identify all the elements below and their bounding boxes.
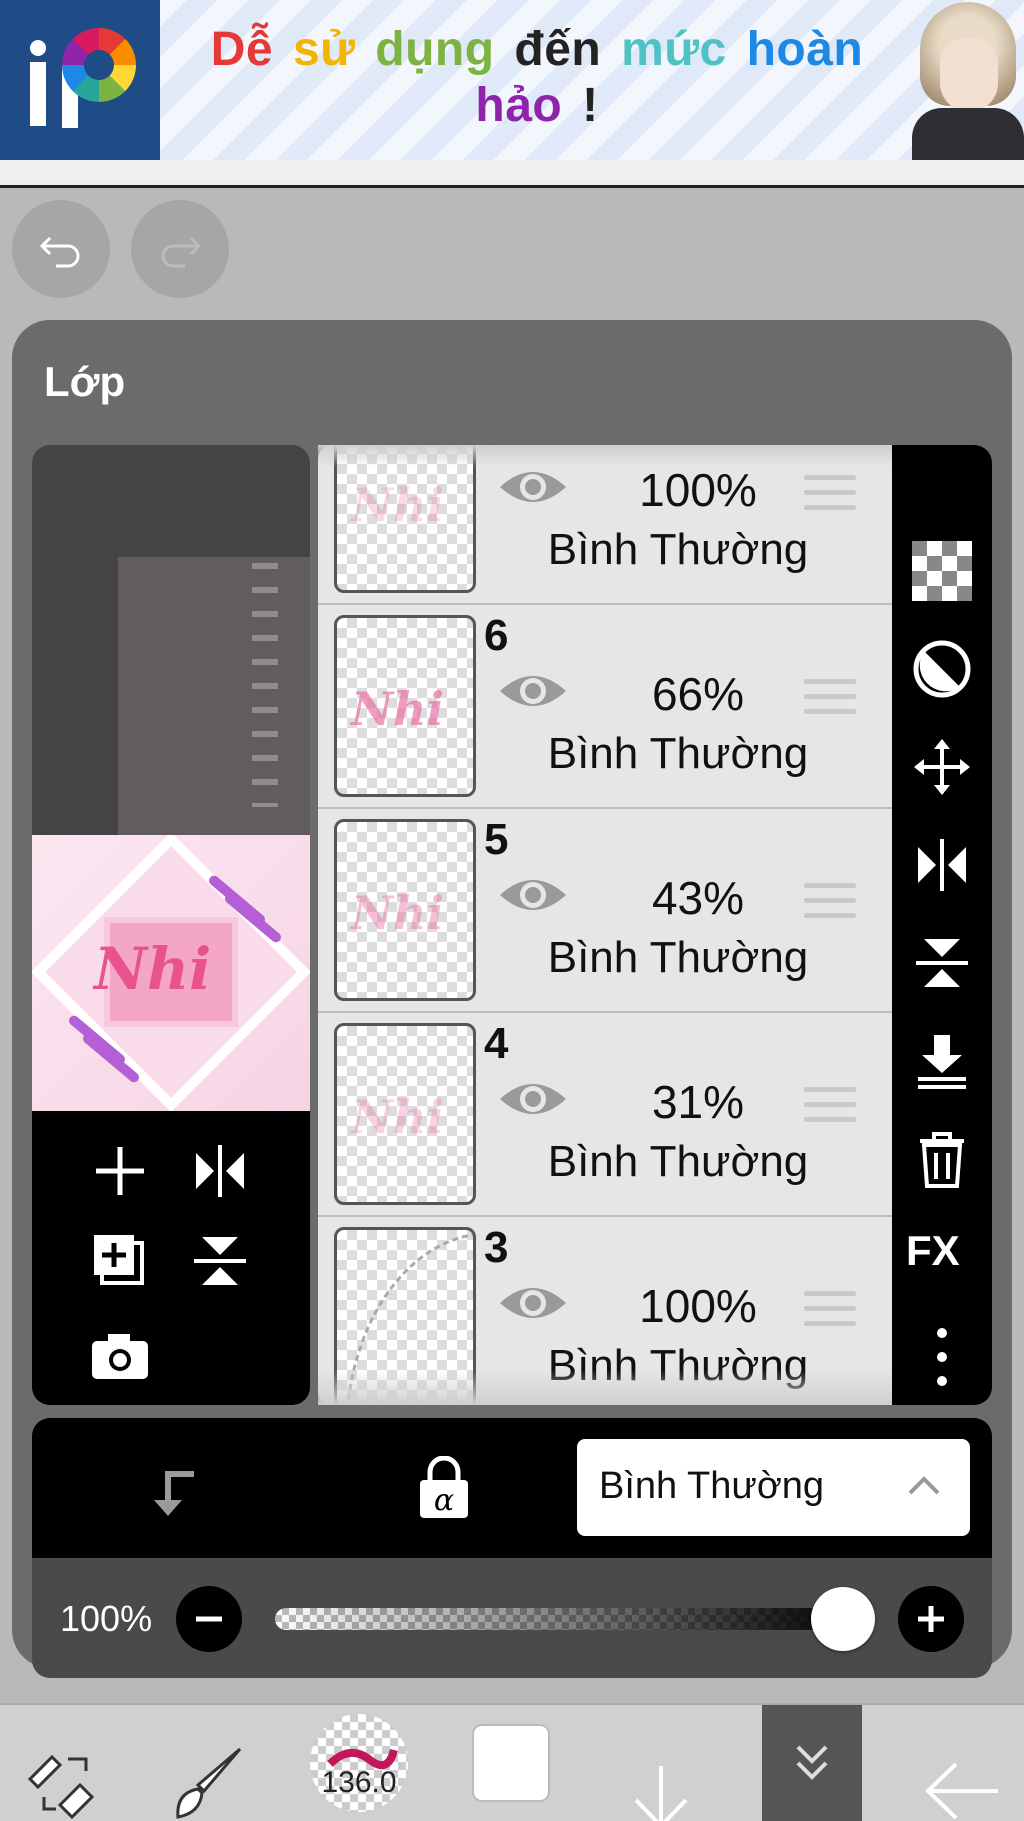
add-layer-icon[interactable] <box>90 1141 150 1201</box>
drag-handle-icon[interactable] <box>804 679 856 724</box>
opacity-slider-handle[interactable] <box>811 1587 875 1651</box>
flip-horizontal-icon[interactable] <box>190 1141 250 1201</box>
contrast-icon[interactable] <box>912 639 972 699</box>
trash-icon[interactable] <box>912 1129 972 1189</box>
layer-opacity: 43% <box>651 872 745 924</box>
layer-row[interactable]: Nhi 7 100% Bình Thường <box>318 445 892 605</box>
checker-icon[interactable] <box>912 541 972 601</box>
drag-handle-icon[interactable] <box>804 1291 856 1336</box>
layer-number: 4 <box>484 1019 509 1068</box>
visibility-eye-icon[interactable] <box>496 667 570 715</box>
visibility-eye-icon[interactable] <box>496 1075 570 1123</box>
layer-row[interactable]: Nhi 6 66% Bình Thường <box>318 605 892 809</box>
arrow-down-icon[interactable] <box>628 1738 694 1821</box>
drag-handle-icon[interactable] <box>804 1087 856 1132</box>
ad-headline: Dễ sử dụng đến mức hoàn hảo ! <box>170 22 910 134</box>
list-fade-top <box>318 445 892 467</box>
ad-word: đến <box>514 23 602 76</box>
duplicate-layer-icon[interactable] <box>90 1231 150 1291</box>
artwork-lettering: Nhi <box>94 935 212 1003</box>
layer-thumbnail: Nhi <box>334 615 476 797</box>
drag-handle-icon[interactable] <box>804 883 856 928</box>
chevron-up-icon <box>908 1476 940 1495</box>
visibility-eye-icon[interactable] <box>496 463 570 511</box>
layer-number: 6 <box>484 611 509 660</box>
ad-word: dụng <box>375 23 495 76</box>
canvas-thumbnail[interactable]: Nhi <box>32 835 310 1111</box>
brush-icon[interactable] <box>168 1724 248 1821</box>
layer-thumbnail: Nhi <box>334 445 476 593</box>
double-chevron-down-icon <box>796 1745 828 1780</box>
ad-word: ! <box>582 79 599 132</box>
layer-thumbnail: Nhi <box>334 1023 476 1205</box>
drag-handle-icon[interactable] <box>804 475 856 520</box>
blend-mode-select[interactable]: Bình Thường <box>577 1439 970 1536</box>
opacity-increase-button[interactable] <box>898 1586 964 1652</box>
brush-size-value: 136.0 <box>321 1766 397 1799</box>
fx-icon[interactable]: FX <box>906 1227 960 1275</box>
merge-down-icon[interactable] <box>912 1031 972 1091</box>
color-swatch[interactable] <box>472 1724 550 1802</box>
layer-number: 3 <box>484 1223 509 1272</box>
panel-title: Lớp <box>44 358 126 405</box>
ad-banner[interactable]: Dễ sử dụng đến mức hoàn hảo ! <box>0 0 1024 160</box>
more-icon[interactable] <box>930 1325 954 1389</box>
layer-blend-mode: Bình Thường <box>547 1137 809 1186</box>
camera-icon[interactable] <box>90 1331 150 1381</box>
ad-character-image <box>912 0 1024 160</box>
flip-vertical-icon[interactable] <box>190 1231 250 1291</box>
layer-opacity: 100% <box>639 1280 757 1332</box>
back-arrow-icon[interactable] <box>922 1732 1002 1821</box>
visibility-eye-icon[interactable] <box>496 871 570 919</box>
layer-list[interactable]: Nhi 7 100% Bình Thường Nhi 6 66% Bình Th… <box>318 445 892 1405</box>
redo-button[interactable] <box>131 200 229 298</box>
ad-word: hảo <box>475 79 563 132</box>
undo-icon <box>39 236 80 268</box>
minus-icon <box>196 1616 222 1622</box>
plus-icon <box>918 1606 944 1632</box>
ibispaint-logo <box>0 0 160 160</box>
layer-opacity: 31% <box>651 1076 745 1128</box>
layer-number: 5 <box>484 815 509 864</box>
layer-tools-right: FX <box>892 445 992 1405</box>
opacity-decrease-button[interactable] <box>176 1586 242 1652</box>
undo-button[interactable] <box>12 200 110 298</box>
brush-size-button[interactable]: 136.0 <box>310 1714 408 1812</box>
ad-word: sử <box>292 23 356 76</box>
layer-thumbnail: Nhi <box>334 819 476 1001</box>
layer-blend-mode: Bình Thường <box>547 525 809 574</box>
layer-actions-left <box>32 1111 310 1405</box>
flip-vertical-icon[interactable] <box>912 933 972 993</box>
ad-word: hoàn <box>746 23 864 76</box>
opacity-value: 100% <box>60 1598 153 1639</box>
move-icon[interactable] <box>912 737 972 797</box>
opacity-slider[interactable] <box>275 1608 855 1630</box>
list-fade-bottom <box>318 1370 892 1405</box>
tool-switch-icon[interactable] <box>22 1724 98 1821</box>
layer-blend-mode: Bình Thường <box>547 933 809 982</box>
ad-word: mức <box>621 23 727 76</box>
layer-row[interactable]: Nhi 4 31% Bình Thường <box>318 1013 892 1217</box>
ad-word: Dễ <box>210 23 274 76</box>
flip-horizontal-icon[interactable] <box>912 835 972 895</box>
layer-opacity: 66% <box>651 668 745 720</box>
clipping-icon[interactable] <box>144 1460 204 1520</box>
layer-panel-toggle[interactable] <box>762 1705 862 1821</box>
layer-opacity: 100% <box>639 464 757 516</box>
layer-blend-mode: Bình Thường <box>547 729 809 778</box>
svg-text:α: α <box>434 1483 454 1518</box>
redo-icon <box>161 236 202 268</box>
layer-row[interactable]: Nhi 5 43% Bình Thường <box>318 809 892 1013</box>
ad-separator <box>0 160 1024 188</box>
alpha-lock-icon[interactable]: α <box>416 1456 472 1520</box>
blend-mode-value: Bình Thường <box>599 1465 825 1507</box>
visibility-eye-icon[interactable] <box>496 1279 570 1327</box>
